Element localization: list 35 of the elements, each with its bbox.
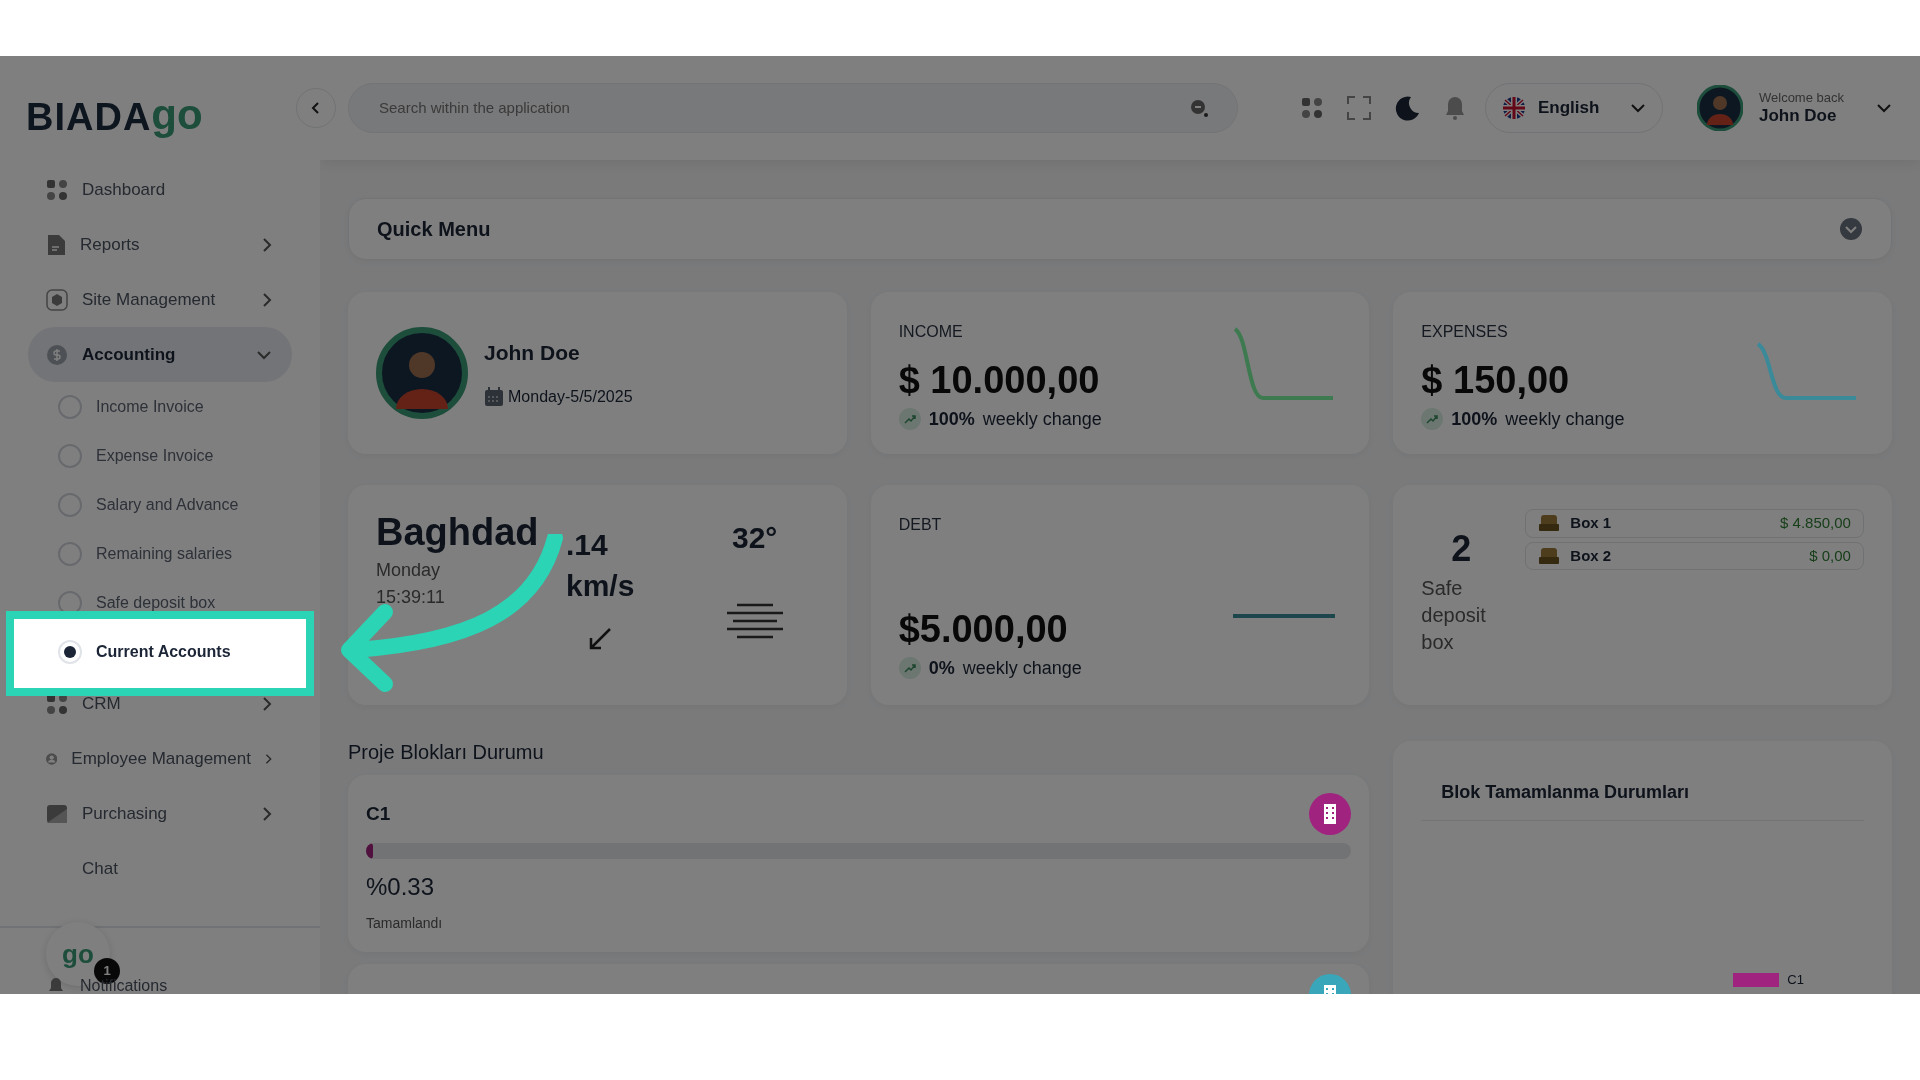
profile-name: John Doe: [484, 340, 581, 367]
stat-label: DEBT: [898, 515, 943, 535]
stat-label: EXPENSES: [1421, 322, 1509, 342]
city-name: Baghdad: [376, 513, 539, 551]
weather-day: Monday: [376, 557, 441, 584]
change-label: weekly change: [1505, 407, 1625, 431]
chart-title: Blok Tamamlanma Durumları: [1421, 779, 1864, 821]
wind-unit: km/s: [566, 567, 635, 604]
change-percent: 100%: [1451, 407, 1498, 431]
safe-box-row: Box 2 $ 0,00: [1525, 541, 1864, 570]
block-status: Tamamlandı: [366, 914, 444, 933]
block-percent: %0.33: [366, 872, 436, 902]
logo-accent: go: [151, 94, 203, 136]
temperature: 32°: [732, 520, 778, 556]
section-title: Proje Blokları Durumu: [348, 740, 545, 765]
safe-label: Safe deposit box: [1421, 576, 1487, 655]
weather-time: 15:39:11: [376, 586, 445, 609]
change-label: weekly change: [982, 407, 1102, 431]
legend-label: C1: [1787, 973, 1804, 987]
user-name: John Doe: [1759, 105, 1838, 126]
stat-amount: $5.000,00: [898, 609, 1068, 651]
change-percent: 100%: [928, 407, 975, 431]
profile-date: Monday-5/5/2025: [508, 386, 633, 407]
panel-title: Quick Menu: [377, 217, 491, 242]
wind-speed: .14: [566, 527, 609, 563]
stat-amount: $ 10.000,00: [898, 360, 1101, 402]
change-percent: 0%: [928, 656, 955, 680]
safe-count: 2: [1450, 531, 1473, 567]
change-label: weekly change: [962, 656, 1082, 680]
block-name: C1: [366, 801, 391, 826]
stat-amount: $ 150,00: [1421, 360, 1571, 402]
stat-label: INCOME: [898, 322, 964, 342]
logo-text: BIADA: [26, 98, 152, 136]
safe-box-row: Box 1 $ 4.850,00: [1525, 509, 1864, 538]
greeting-text: Welcome back: [1759, 90, 1844, 106]
